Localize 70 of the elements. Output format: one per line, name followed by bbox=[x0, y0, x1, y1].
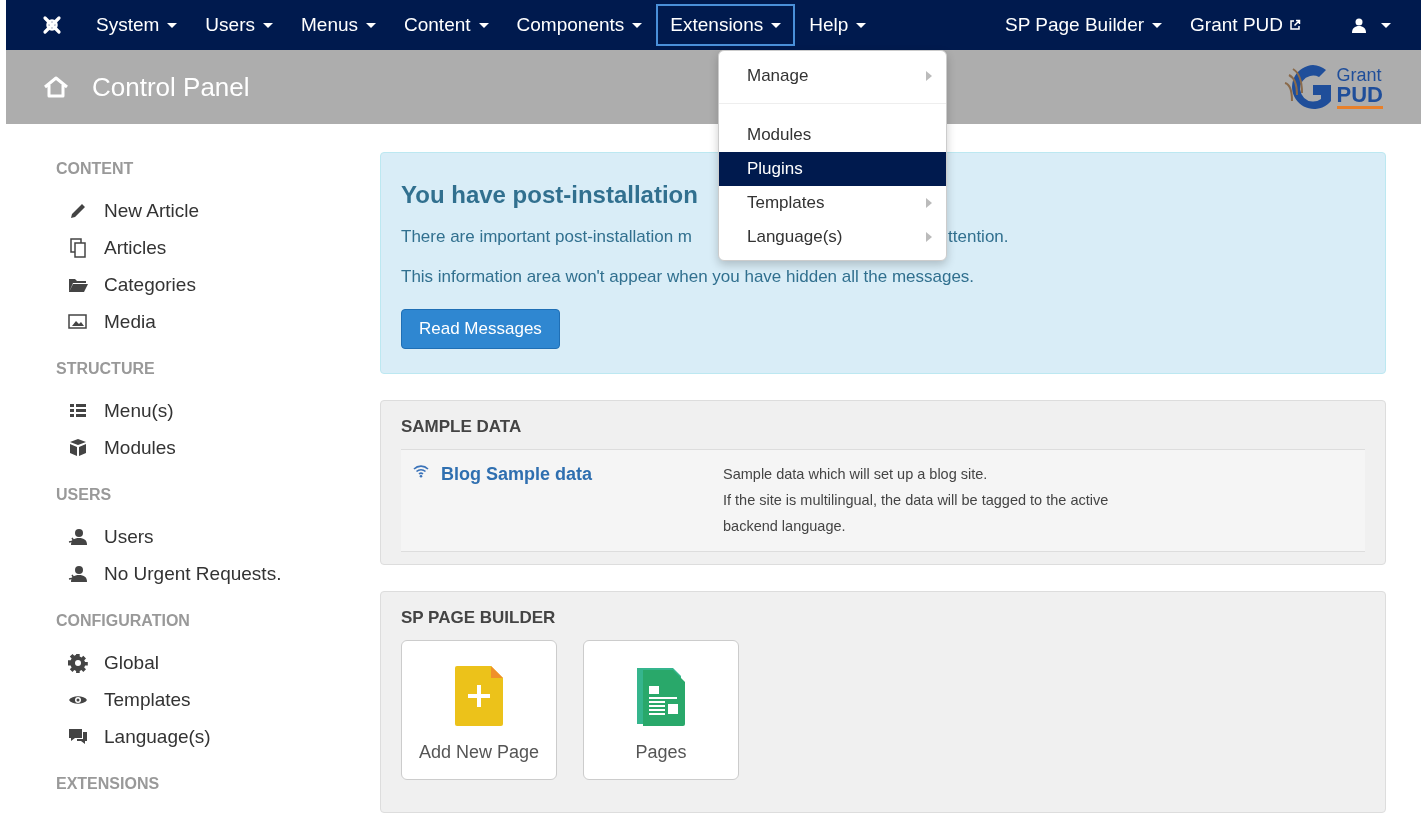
nav-menu[interactable]: Users bbox=[191, 4, 287, 46]
alert-text: There are important post-installation m bbox=[401, 227, 693, 247]
external-link-icon bbox=[1289, 19, 1301, 31]
nav-menu[interactable]: Menus bbox=[287, 4, 390, 46]
pages-icon bbox=[637, 666, 685, 726]
caret-icon bbox=[366, 22, 376, 28]
users-icon bbox=[68, 526, 88, 547]
section-heading: EXTENSIONS bbox=[56, 775, 161, 793]
sidebar-link[interactable]: Global bbox=[104, 651, 159, 674]
page-title: Control Panel bbox=[92, 71, 250, 103]
nav-menu[interactable]: Content bbox=[390, 4, 503, 46]
sidebar-link[interactable]: Language(s) bbox=[104, 725, 211, 748]
caret-icon bbox=[167, 22, 178, 28]
sidebar-link[interactable]: New Article bbox=[104, 199, 200, 222]
sidebar-link[interactable]: Modules bbox=[104, 436, 176, 459]
section-heading: CONFIGURATION bbox=[56, 612, 191, 630]
caret-icon bbox=[1381, 22, 1391, 28]
user-icon bbox=[1351, 17, 1367, 33]
nav-menu[interactable]: System bbox=[82, 4, 192, 46]
gear-icon bbox=[68, 652, 88, 673]
alert-heading: You have post-installation bbox=[401, 181, 698, 209]
caret-icon bbox=[1152, 22, 1163, 28]
logo-text: PUD bbox=[1336, 83, 1383, 109]
menu-item[interactable]: Plugins bbox=[719, 152, 946, 186]
caret-icon bbox=[478, 22, 489, 28]
submenu-arrow-icon bbox=[926, 71, 932, 81]
site-link[interactable]: Grant PUD bbox=[1176, 4, 1315, 46]
wifi-icon bbox=[413, 464, 429, 478]
alert-text: This information area won't appear when you have hidden all the messages. bbox=[401, 267, 975, 287]
caret-icon bbox=[771, 22, 782, 28]
nav-menu[interactable]: Extensions bbox=[656, 4, 796, 46]
add-page-icon bbox=[455, 666, 503, 726]
description-text: Sample data which will set up a blog site. bbox=[723, 465, 989, 484]
alert-text: ttention. bbox=[948, 227, 1009, 247]
menu-item[interactable]: Templates bbox=[719, 186, 946, 220]
sidebar-link[interactable]: Templates bbox=[104, 688, 191, 711]
panel-title: SP PAGE BUILDER bbox=[401, 608, 557, 628]
page-builder-tile[interactable]: Pages bbox=[583, 640, 739, 780]
copies-icon bbox=[68, 237, 88, 258]
panel-title: SAMPLE DATA bbox=[401, 417, 523, 437]
sidebar-link[interactable]: Categories bbox=[104, 273, 196, 296]
home-icon bbox=[42, 75, 70, 99]
sidebar-link[interactable]: Menu(s) bbox=[104, 399, 174, 422]
sidebar-link[interactable]: Users bbox=[104, 525, 154, 548]
nav-menu[interactable]: Components bbox=[502, 4, 657, 46]
caret-icon bbox=[856, 22, 867, 28]
read-messages-button[interactable]: Read Messages bbox=[401, 309, 560, 349]
menu-item[interactable]: Language(s) bbox=[719, 220, 946, 254]
nav-menu[interactable]: Help bbox=[795, 4, 881, 46]
submenu-arrow-icon bbox=[926, 198, 932, 208]
description-text: If the site is multilingual, the data will be tagged to the active backend language. bbox=[723, 491, 1110, 536]
image-icon bbox=[68, 311, 88, 332]
caret-icon bbox=[263, 22, 273, 28]
sample-data-link[interactable]: Blog Sample data bbox=[441, 464, 593, 485]
menu-item[interactable]: Modules bbox=[719, 118, 946, 152]
sidebar-link[interactable]: Articles bbox=[104, 236, 167, 259]
sidebar-link[interactable]: Media bbox=[104, 310, 156, 333]
submenu-arrow-icon bbox=[926, 232, 932, 242]
nav-menu[interactable]: SP Page Builder bbox=[991, 4, 1177, 46]
section-heading: USERS bbox=[56, 486, 113, 504]
users-icon bbox=[68, 563, 88, 584]
section-heading: STRUCTURE bbox=[56, 360, 156, 378]
page-builder-tile[interactable]: Add New Page bbox=[401, 640, 557, 780]
caret-icon bbox=[632, 22, 643, 28]
section-heading: CONTENT bbox=[56, 160, 135, 178]
chat-icon bbox=[68, 726, 88, 747]
cube-icon bbox=[68, 437, 88, 458]
sidebar-link[interactable]: No Urgent Requests. bbox=[104, 562, 282, 585]
menu-item[interactable]: Manage bbox=[719, 59, 946, 93]
logo-text: Grant bbox=[1336, 65, 1383, 84]
